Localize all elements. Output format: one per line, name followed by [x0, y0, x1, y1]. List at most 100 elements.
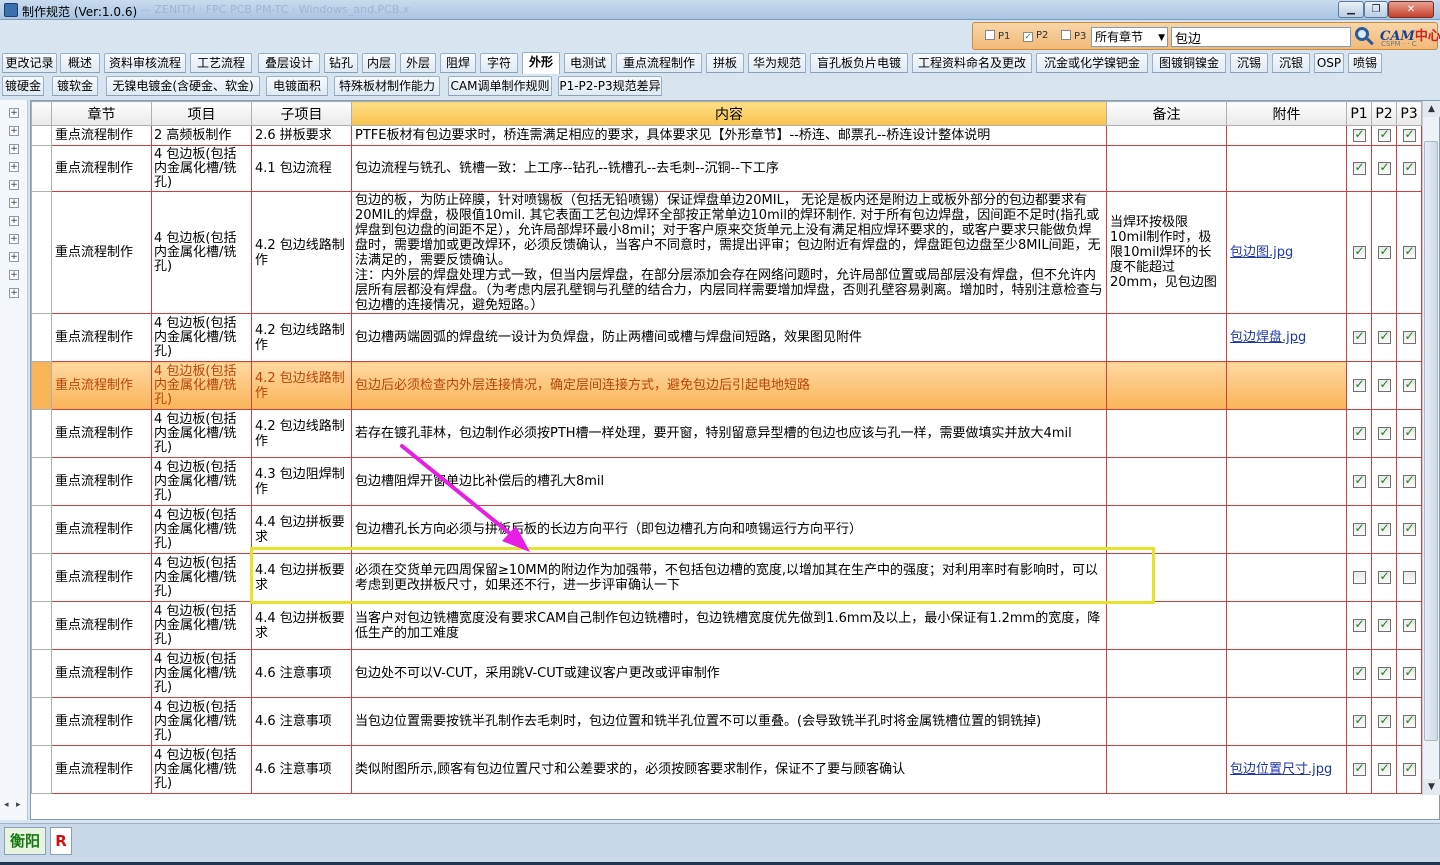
tab-18[interactable]: 图镀铜镍金 — [1152, 53, 1226, 73]
p2-checkbox[interactable] — [1377, 377, 1391, 392]
tree-expand-icon[interactable]: + — [9, 288, 19, 298]
tab-secondary-0[interactable]: 镀硬金 — [2, 76, 44, 96]
row-header[interactable] — [31, 601, 52, 650]
search-input[interactable] — [1171, 27, 1351, 47]
tree-scroll-right-icon[interactable]: ▸ — [16, 800, 21, 810]
p1-checkbox[interactable] — [1352, 571, 1366, 584]
tree-expand-icon[interactable]: + — [9, 144, 19, 154]
p1-checkbox[interactable] — [1352, 377, 1366, 392]
tab-11[interactable]: 电测试 — [564, 53, 612, 73]
tab-21[interactable]: OSP — [1314, 53, 1344, 73]
table-row[interactable]: 重点流程制作 4 包边板(包括内金属化槽/铣孔) 4.2 包边线路制作 包边槽两端圆弧… — [31, 313, 1422, 362]
p1-checkbox[interactable] — [1352, 160, 1366, 175]
r-button[interactable]: R — [50, 827, 72, 855]
row-header[interactable] — [31, 697, 52, 746]
tree-expand-icon[interactable]: + — [9, 180, 19, 190]
p3-checkbox[interactable] — [1402, 425, 1416, 440]
p2-checkbox[interactable] — [1377, 569, 1391, 584]
p3-checkbox[interactable] — [1402, 160, 1416, 175]
attachment-link[interactable]: 包边位置尺寸.jpg — [1230, 762, 1332, 777]
row-header[interactable] — [31, 745, 52, 794]
table-row[interactable]: 重点流程制作 4 包边板(包括内金属化槽/铣孔) 4.6 注意事项 包边处不可以V-C… — [31, 649, 1422, 698]
tree-expand-icon[interactable]: + — [9, 270, 19, 280]
p3-checkbox[interactable] — [1402, 473, 1416, 488]
tab-9[interactable]: 字符 — [480, 53, 518, 73]
tab-20[interactable]: 沉银 — [1272, 53, 1310, 73]
tree-expand-icon[interactable]: + — [9, 252, 19, 262]
p3-checkbox[interactable] — [1402, 127, 1416, 142]
p2-checkbox[interactable] — [1377, 761, 1391, 776]
tab-13[interactable]: 拼板 — [706, 53, 744, 73]
tab-7[interactable]: 外层 — [400, 53, 436, 73]
p3-checkbox[interactable] — [1402, 377, 1416, 392]
table-row[interactable]: 重点流程制作 4 包边板(包括内金属化槽/铣孔) 4.4 包边拼板要求 包边槽孔长方向… — [31, 505, 1422, 554]
p1-checkbox[interactable] — [1352, 761, 1366, 776]
table-row[interactable]: 重点流程制作 4 包边板(包括内金属化槽/铣孔) 4.6 注意事项 当包边位置需要按铣… — [31, 697, 1422, 746]
p2-checkbox[interactable] — [1377, 329, 1391, 344]
tab-16[interactable]: 工程资料命名及更改 — [912, 53, 1032, 73]
table-row[interactable]: 重点流程制作 4 包边板(包括内金属化槽/铣孔) 4.2 包边线路制作 包边的板，为防… — [31, 191, 1422, 314]
maximize-button[interactable]: ❐ — [1364, 1, 1388, 18]
table-row[interactable]: 重点流程制作 4 包边板(包括内金属化槽/铣孔) 4.4 包边拼板要求 当客户对包边铣… — [31, 601, 1422, 650]
tab-19[interactable]: 沉锡 — [1230, 53, 1268, 73]
filter-p3-checkbox[interactable]: P3 — [1061, 30, 1086, 42]
tab-5[interactable]: 钻孔 — [324, 53, 358, 73]
table-row[interactable]: 重点流程制作 4 包边板(包括内金属化槽/铣孔) 4.2 包边线路制作 包边后必须检查… — [31, 361, 1422, 410]
p2-checkbox[interactable] — [1377, 665, 1391, 680]
row-header[interactable] — [31, 409, 52, 458]
tab-1[interactable]: 概述 — [60, 53, 100, 73]
tree-expand-icon[interactable]: + — [9, 198, 19, 208]
column-header-content[interactable]: 内容 — [351, 101, 1107, 126]
scroll-up-icon[interactable]: ▲ — [1423, 101, 1440, 117]
column-header-sub[interactable]: 子项目 — [251, 101, 352, 126]
filter-p2-checkbox[interactable]: ✓ P2 — [1023, 30, 1048, 42]
p1-checkbox[interactable] — [1352, 713, 1366, 728]
p2-checkbox[interactable] — [1377, 127, 1391, 142]
p1-checkbox[interactable] — [1352, 617, 1366, 632]
p1-checkbox[interactable] — [1352, 425, 1366, 440]
p3-checkbox[interactable] — [1402, 521, 1416, 536]
p3-checkbox[interactable] — [1402, 329, 1416, 344]
p2-checkbox[interactable] — [1377, 713, 1391, 728]
p2-checkbox[interactable] — [1377, 425, 1391, 440]
chapter-select[interactable]: 所有章节 ▼ — [1091, 27, 1168, 47]
tab-secondary-5[interactable]: CAM调单制作规则 — [448, 76, 552, 96]
column-header-p2[interactable]: P2 — [1371, 101, 1397, 126]
table-row[interactable]: 重点流程制作 4 包边板(包括内金属化槽/铣孔) 4.3 包边阻焊制作 包边槽阻焊开窗… — [31, 457, 1422, 506]
tab-6[interactable]: 内层 — [362, 53, 396, 73]
tab-0[interactable]: 更改记录 — [2, 53, 57, 73]
attachment-link[interactable]: 包边焊盘.jpg — [1230, 330, 1306, 345]
scroll-thumb[interactable] — [1424, 141, 1438, 741]
p3-checkbox[interactable] — [1402, 761, 1416, 776]
p2-checkbox[interactable] — [1377, 521, 1391, 536]
table-row[interactable]: 重点流程制作 4 包边板(包括内金属化槽/铣孔) 4.2 包边线路制作 若存在镀孔菲林… — [31, 409, 1422, 458]
table-row[interactable]: 重点流程制作 4 包边板(包括内金属化槽/铣孔) 4.6 注意事项 类似附图所示,顾客… — [31, 745, 1422, 794]
p1-checkbox[interactable] — [1352, 127, 1366, 142]
row-header[interactable] — [31, 361, 52, 410]
p2-checkbox[interactable] — [1377, 244, 1391, 259]
tree-expand-icon[interactable]: + — [9, 234, 19, 244]
p2-checkbox[interactable] — [1377, 473, 1391, 488]
p3-checkbox[interactable] — [1402, 244, 1416, 259]
column-header-note[interactable]: 备注 — [1106, 101, 1227, 126]
tab-14[interactable]: 华为规范 — [748, 53, 806, 73]
p1-checkbox[interactable] — [1352, 329, 1366, 344]
table-row[interactable]: 重点流程制作 4 包边板(包括内金属化槽/铣孔) 4.4 包边拼板要求 必须在交货单元… — [31, 553, 1422, 602]
tab-12[interactable]: 重点流程制作 — [616, 53, 702, 73]
p3-checkbox[interactable] — [1402, 713, 1416, 728]
p3-checkbox[interactable] — [1402, 665, 1416, 680]
tab-8[interactable]: 阻焊 — [440, 53, 476, 73]
row-header[interactable] — [31, 649, 52, 698]
tab-2[interactable]: 资料审核流程 — [104, 53, 186, 73]
column-header-chapter[interactable]: 章节 — [51, 101, 152, 126]
location-button[interactable]: 衡阳 — [4, 827, 46, 855]
row-header[interactable] — [31, 313, 52, 362]
attachment-link[interactable]: 包边图.jpg — [1230, 245, 1293, 260]
tree-scroll-left-icon[interactable]: ◂ — [4, 800, 9, 810]
column-header-item[interactable]: 项目 — [151, 101, 252, 126]
row-header[interactable] — [31, 457, 52, 506]
tree-expand-icon[interactable]: + — [9, 126, 19, 136]
tab-17[interactable]: 沉金或化学镍钯金 — [1036, 53, 1148, 73]
tab-15[interactable]: 盲孔板负片电镀 — [810, 53, 908, 73]
p2-checkbox[interactable] — [1377, 617, 1391, 632]
